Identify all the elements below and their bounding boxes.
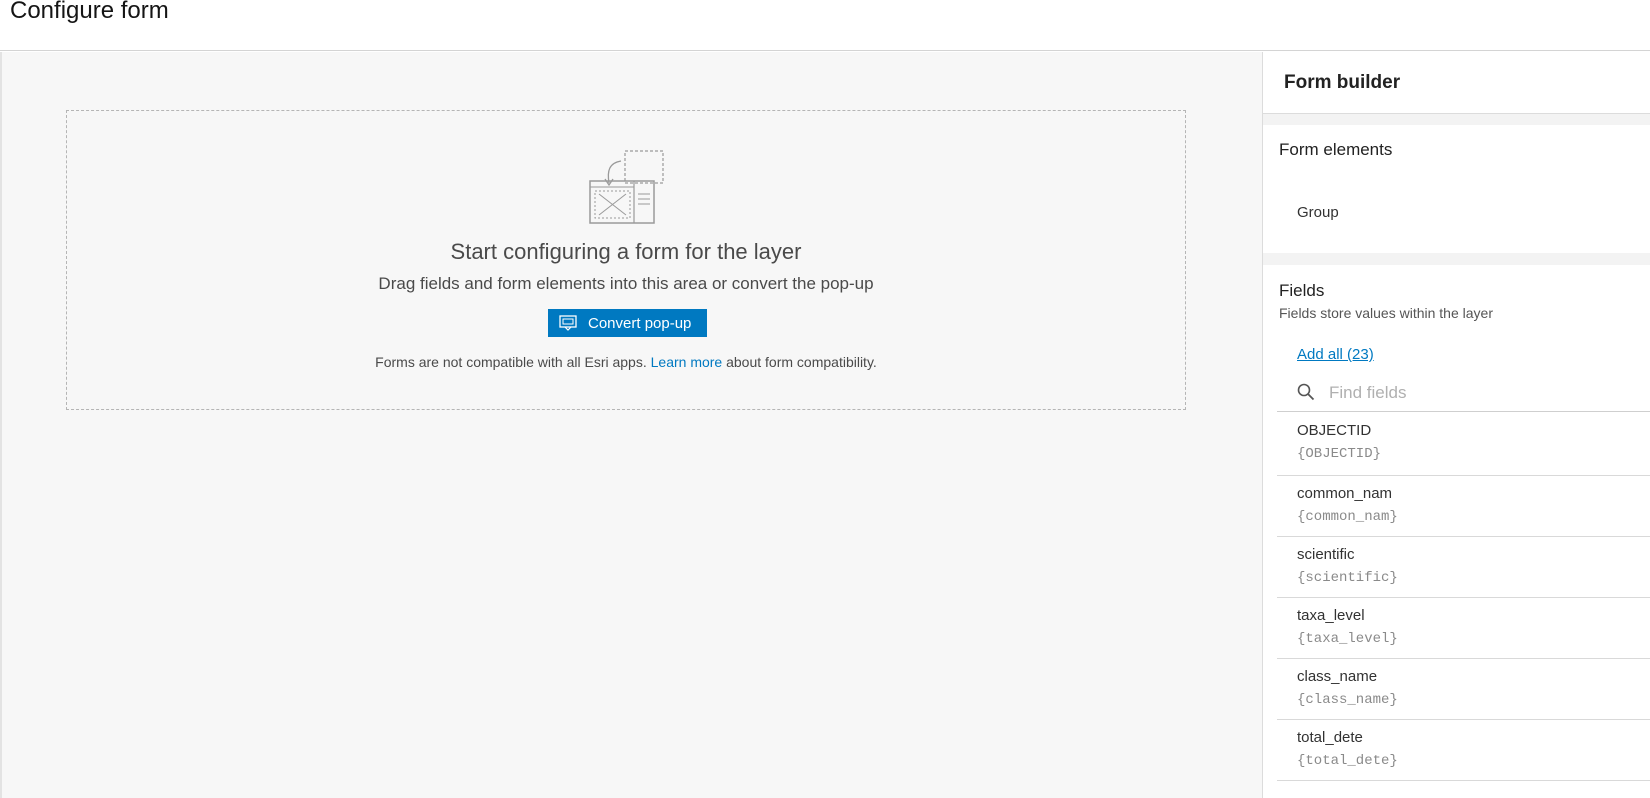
- fields-section: Fields Fields store values within the la…: [1263, 265, 1650, 798]
- search-icon: [1297, 383, 1315, 401]
- field-token: {common_nam}: [1297, 509, 1398, 525]
- field-token: {scientific}: [1297, 570, 1398, 586]
- form-dropzone[interactable]: Start configuring a form for the layer D…: [66, 110, 1186, 410]
- dropzone-heading: Start configuring a form for the layer: [450, 239, 802, 264]
- compatibility-note: Forms are not compatible with all Esri a…: [67, 354, 1185, 370]
- field-name: class_name: [1297, 668, 1378, 685]
- field-item-class-name[interactable]: class_name {class_name}: [1277, 659, 1650, 720]
- add-all-fields-link[interactable]: Add all (23): [1297, 346, 1374, 363]
- field-name: OBJECTID: [1297, 422, 1372, 439]
- field-name: scientific: [1297, 546, 1355, 563]
- convert-popup-button[interactable]: Convert pop-up: [548, 309, 707, 337]
- form-elements-section: Form elements Group: [1263, 125, 1650, 253]
- form-drag-illustration-icon: [589, 150, 664, 224]
- learn-more-link[interactable]: Learn more: [651, 354, 723, 370]
- field-list: OBJECTID {OBJECTID} common_nam {common_n…: [1277, 413, 1650, 781]
- field-token: {taxa_level}: [1297, 631, 1398, 647]
- field-item-total-dete[interactable]: total_dete {total_dete}: [1277, 720, 1650, 781]
- compatibility-note-suffix: about form compatibility.: [726, 354, 877, 370]
- field-token: {class_name}: [1297, 692, 1398, 708]
- fields-description: Fields store values within the layer: [1279, 305, 1493, 321]
- form-builder-header: Form builder: [1263, 52, 1650, 114]
- field-name: total_dete: [1297, 729, 1363, 746]
- form-elements-title: Form elements: [1279, 140, 1393, 159]
- form-builder-panel: Form builder Form elements Group Fields …: [1262, 52, 1650, 798]
- form-element-group[interactable]: Group: [1297, 204, 1339, 221]
- compatibility-note-prefix: Forms are not compatible with all Esri a…: [375, 354, 647, 370]
- field-search: [1277, 374, 1650, 412]
- configure-form-page: Configure form Start configuring a form …: [0, 0, 1650, 798]
- dropzone-subtext: Drag fields and form elements into this …: [378, 274, 874, 293]
- field-name: taxa_level: [1297, 607, 1365, 624]
- page-title: Configure form: [10, 0, 169, 24]
- field-item-objectid[interactable]: OBJECTID {OBJECTID}: [1277, 413, 1650, 476]
- field-item-scientific[interactable]: scientific {scientific}: [1277, 537, 1650, 598]
- find-fields-input[interactable]: [1327, 378, 1631, 408]
- field-name: common_nam: [1297, 485, 1393, 502]
- field-token: {OBJECTID}: [1297, 446, 1382, 462]
- field-item-taxa-level[interactable]: taxa_level {taxa_level}: [1277, 598, 1650, 659]
- form-builder-title: Form builder: [1284, 72, 1401, 93]
- field-item-common-nam[interactable]: common_nam {common_nam}: [1277, 476, 1650, 537]
- page-header: Configure form: [0, 0, 1650, 51]
- fields-title: Fields: [1279, 281, 1325, 300]
- convert-popup-label: Convert pop-up: [588, 314, 692, 332]
- popup-convert-icon: [559, 315, 577, 331]
- form-canvas: Start configuring a form for the layer D…: [0, 52, 1262, 798]
- field-token: {total_dete}: [1297, 753, 1398, 769]
